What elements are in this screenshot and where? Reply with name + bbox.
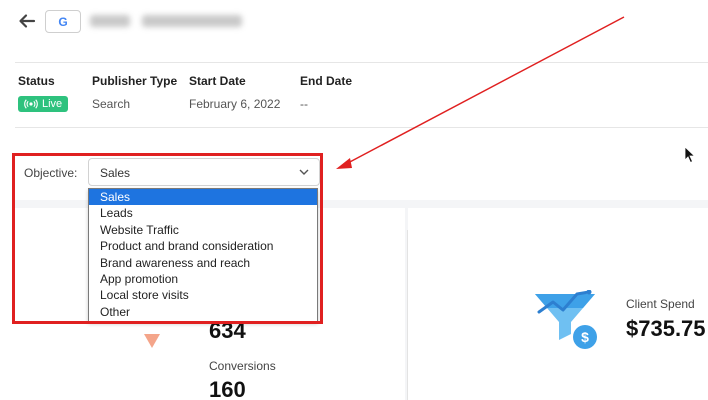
- conversions-value: 160: [209, 377, 246, 400]
- start-date-value: February 6, 2022: [189, 97, 281, 111]
- meta-divider: [15, 127, 708, 128]
- end-date-value: --: [300, 97, 308, 111]
- trend-down-icon: [144, 334, 160, 348]
- end-date-column: End Date --: [300, 74, 352, 111]
- status-label: Status: [18, 74, 55, 88]
- objective-option-local-store-visits[interactable]: Local store visits: [89, 287, 317, 303]
- conversions-label: Conversions: [209, 359, 276, 373]
- publisher-type-label: Publisher Type: [92, 74, 178, 88]
- objective-option-other[interactable]: Other: [89, 304, 317, 320]
- objective-option-leads[interactable]: Leads: [89, 205, 317, 221]
- client-spend-value: $735.75: [626, 316, 706, 341]
- client-spend-label: Client Spend: [626, 297, 695, 311]
- objective-select[interactable]: Sales: [88, 158, 320, 186]
- funnel-dollar-icon: $: [535, 290, 597, 349]
- publisher-type-column: Publisher Type Search: [92, 74, 177, 111]
- publisher-type-value: Search: [92, 97, 131, 111]
- status-column: Status Live: [18, 74, 69, 114]
- objective-label: Objective:: [24, 166, 78, 180]
- header-divider: [15, 62, 708, 63]
- objective-option-brand-awareness[interactable]: Brand awareness and reach: [89, 255, 317, 271]
- objective-dropdown-list: Sales Leads Website Traffic Product and …: [88, 188, 318, 322]
- status-badge-text: Live: [42, 98, 63, 110]
- campaign-header: G: [0, 0, 708, 46]
- arrow-left-icon[interactable]: [18, 12, 36, 30]
- objective-selected-value: Sales: [100, 166, 131, 180]
- stats-divider: [407, 230, 408, 400]
- broadcast-icon: [24, 99, 38, 109]
- objective-option-app-promotion[interactable]: App promotion: [89, 271, 317, 287]
- start-date-column: Start Date February 6, 2022: [189, 74, 280, 111]
- platform-chip: G: [45, 10, 81, 33]
- google-g-icon: G: [58, 14, 68, 29]
- mouse-cursor-icon: [684, 146, 696, 164]
- svg-text:$: $: [581, 329, 589, 345]
- objective-option-website-traffic[interactable]: Website Traffic: [89, 222, 317, 238]
- status-badge: Live: [18, 96, 69, 112]
- objective-option-sales[interactable]: Sales: [89, 189, 317, 206]
- start-date-label: Start Date: [189, 74, 246, 88]
- end-date-label: End Date: [300, 74, 353, 88]
- objective-option-product-consideration[interactable]: Product and brand consideration: [89, 238, 317, 254]
- chevron-down-icon: [299, 169, 309, 175]
- blurred-campaign-title: [90, 11, 250, 31]
